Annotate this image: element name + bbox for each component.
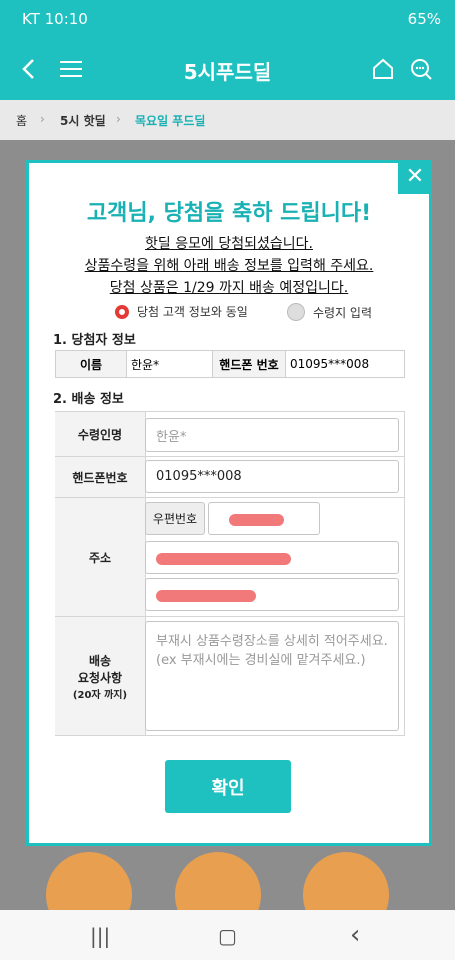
- winner-modal: 고객님, 당첨을 축하 드립니다! 핫딜 응모에 당첨되셨습니다. 상품수령을 …: [26, 160, 432, 846]
- section-shipping-info: 2. 배송 정보: [53, 392, 124, 407]
- zip-code-button[interactable]: 우편번호: [145, 502, 205, 535]
- notice-line: 당첨 상품은 1/29 까지 배송 예정입니다.: [109, 280, 349, 296]
- battery-indicator: 65%: [407, 10, 441, 28]
- notice-line: 핫딜 응모에 당첨되셨습니다.: [145, 236, 313, 252]
- chevron-right-icon: ›: [40, 112, 45, 126]
- status-time: KT 10:10: [22, 10, 88, 28]
- radio-enter-address[interactable]: 수령지 입력: [287, 303, 372, 321]
- home-button-icon[interactable]: ▢: [218, 924, 237, 948]
- winner-info-table: 이름 한윤* 핸드폰 번호 01095***008: [55, 350, 405, 378]
- address-detail-input[interactable]: [145, 578, 399, 611]
- phone-value: 01095***008: [285, 350, 405, 378]
- radio-unselected-icon: [287, 303, 305, 321]
- redacted-mark: [156, 590, 256, 602]
- radio-selected-icon: [115, 304, 129, 319]
- zip-code-input[interactable]: [208, 502, 320, 535]
- status-bar: KT 10:10 65%: [0, 0, 455, 38]
- search-icon[interactable]: [404, 52, 438, 86]
- back-button-icon[interactable]: ‹: [350, 920, 360, 950]
- address-label: 주소: [55, 498, 146, 616]
- modal-title: 고객님, 당첨을 축하 드립니다!: [86, 201, 372, 226]
- recipient-label: 수령인명: [55, 412, 146, 456]
- system-nav-bar: ||| ▢ ‹: [0, 910, 455, 960]
- home-icon[interactable]: [366, 52, 400, 86]
- breadcrumb-hotdeal[interactable]: 5시 핫딜: [60, 112, 106, 129]
- close-icon[interactable]: ✕: [398, 160, 432, 194]
- breadcrumb: 홈 › 5시 핫딜 › 목요일 푸드딜: [0, 100, 455, 140]
- delivery-request-textarea[interactable]: 부재시 상품수령장소를 상세히 적어주세요. (ex 부재시에는 경비실에 맡겨…: [145, 621, 399, 731]
- chevron-right-icon: ›: [116, 112, 121, 126]
- delivery-request-label-line: 배송: [88, 653, 112, 668]
- redacted-mark: [156, 553, 291, 565]
- delivery-request-label-line: 요청사항: [77, 670, 123, 685]
- notice-line: 상품수령을 위해 아래 배송 정보를 입력해 주세요.: [84, 258, 374, 274]
- recipient-name-input[interactable]: 한윤*: [145, 418, 399, 452]
- breadcrumb-home[interactable]: 홈: [16, 112, 27, 129]
- app-header: 5시푸드딜: [0, 38, 455, 100]
- phone-number-label: 핸드폰번호: [55, 457, 146, 497]
- radio-same-as-winner[interactable]: 당첨 고객 정보와 동일: [115, 303, 248, 320]
- delivery-request-placeholder: 부재시 상품수령장소를 상세히 적어주세요. (ex 부재시에는 경비실에 맡겨…: [156, 634, 388, 668]
- address-input[interactable]: [145, 541, 399, 574]
- section-winner-info: 1. 당첨자 정보: [53, 333, 136, 348]
- delivery-request-limit: (20자 까지): [72, 689, 128, 701]
- radio-label: 수령지 입력: [313, 305, 373, 320]
- radio-label: 당첨 고객 정보와 동일: [137, 305, 248, 319]
- name-value: 한윤*: [126, 350, 213, 378]
- name-label: 이름: [55, 350, 127, 378]
- recent-apps-icon[interactable]: |||: [90, 924, 110, 948]
- recipient-name-placeholder: 한윤*: [156, 429, 187, 445]
- breadcrumb-current: 목요일 푸드딜: [135, 114, 206, 128]
- phone-number-value: 01095***008: [156, 469, 242, 484]
- phone-number-input[interactable]: 01095***008: [145, 460, 399, 493]
- confirm-button[interactable]: 확인: [165, 760, 291, 813]
- redacted-mark: [229, 514, 284, 526]
- delivery-request-label: 배송 요청사항 (20자 까지): [55, 617, 146, 735]
- phone-label: 핸드폰 번호: [212, 350, 286, 378]
